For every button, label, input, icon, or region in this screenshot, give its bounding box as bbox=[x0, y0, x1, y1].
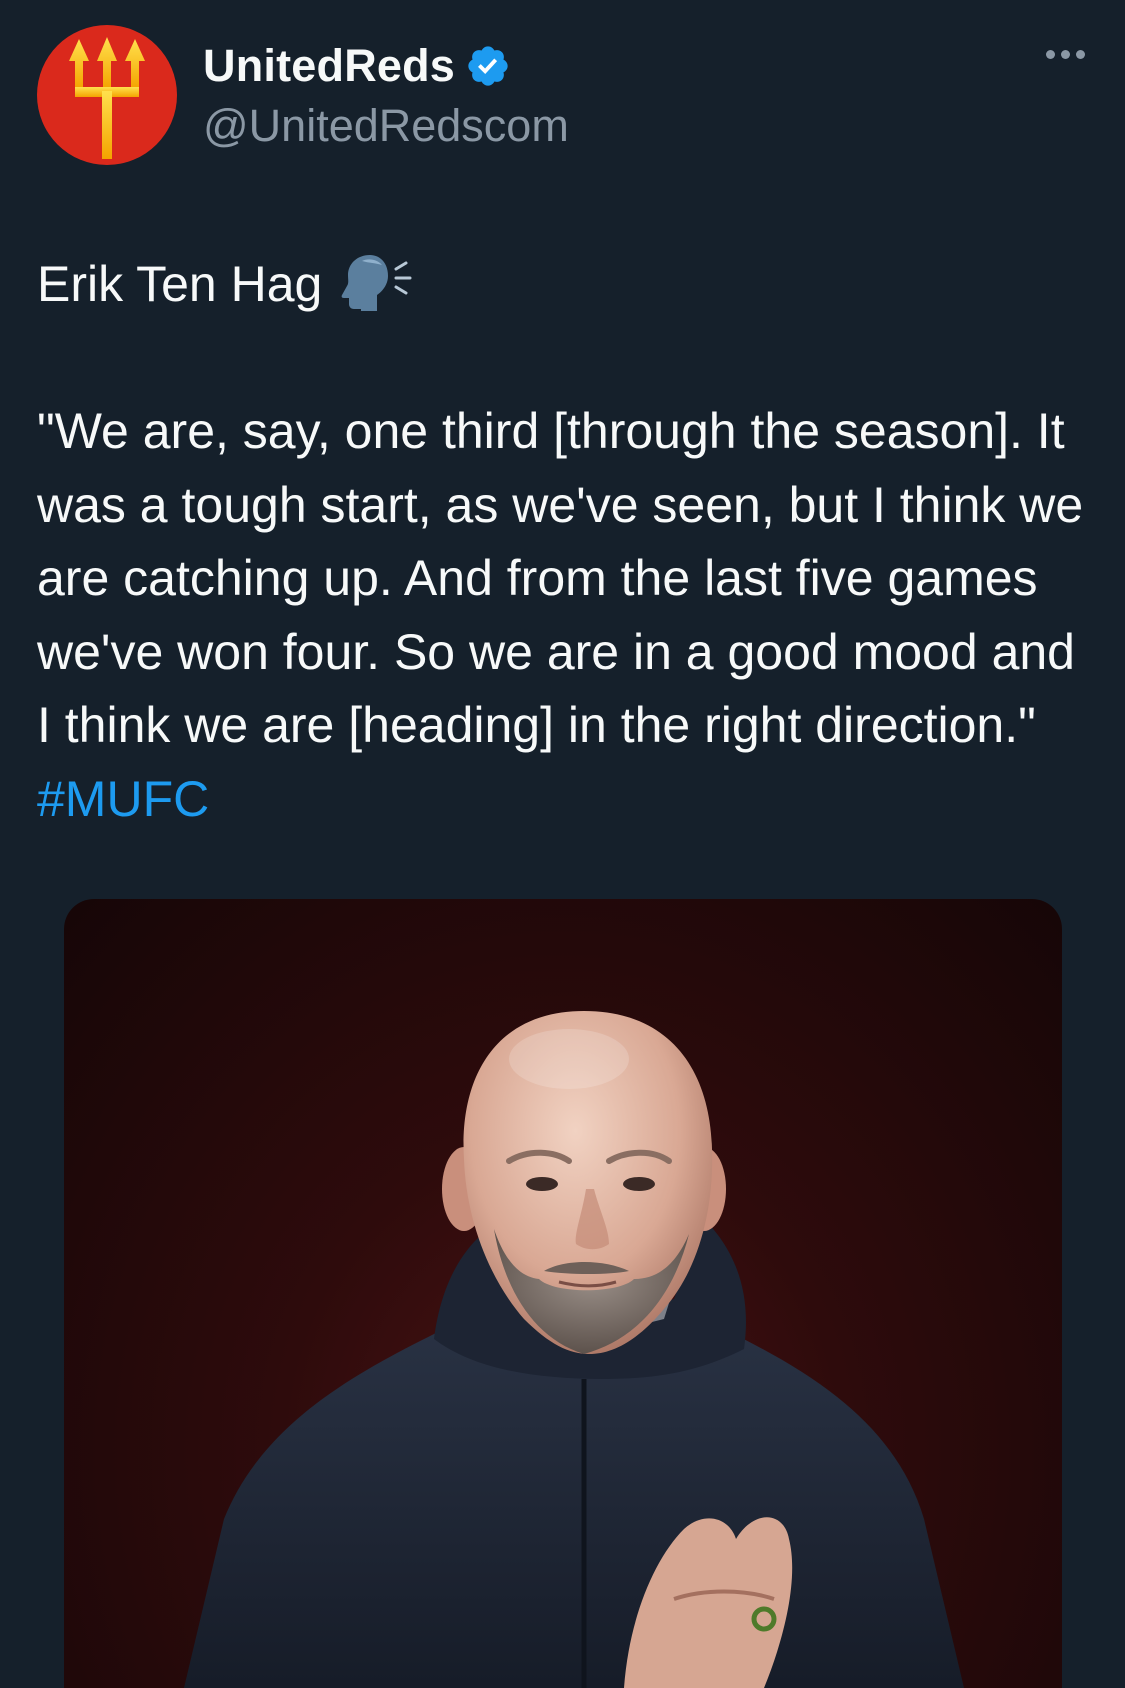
more-options-icon[interactable] bbox=[1046, 50, 1085, 59]
tweet-heading: Erik Ten Hag bbox=[37, 248, 1097, 322]
speaking-head-icon bbox=[341, 255, 412, 311]
verified-badge-icon bbox=[468, 46, 508, 86]
trident-icon bbox=[69, 37, 145, 159]
tweet-quote-text: "We are, say, one third [through the sea… bbox=[37, 403, 1084, 753]
hashtag-link[interactable]: #MUFC bbox=[37, 771, 209, 827]
portrait-image bbox=[184, 1011, 964, 1688]
avatar[interactable] bbox=[37, 25, 177, 165]
author-handle[interactable]: @UnitedRedscom bbox=[203, 100, 569, 152]
tweet-text: Erik Ten Hag "We are, say, one third [th… bbox=[37, 248, 1097, 836]
tweet-quote: "We are, say, one third [through the sea… bbox=[37, 395, 1097, 836]
tweet-photo[interactable] bbox=[64, 899, 1062, 1688]
tweet-heading-text: Erik Ten Hag bbox=[37, 256, 323, 312]
display-name[interactable]: UnitedReds bbox=[203, 40, 455, 92]
